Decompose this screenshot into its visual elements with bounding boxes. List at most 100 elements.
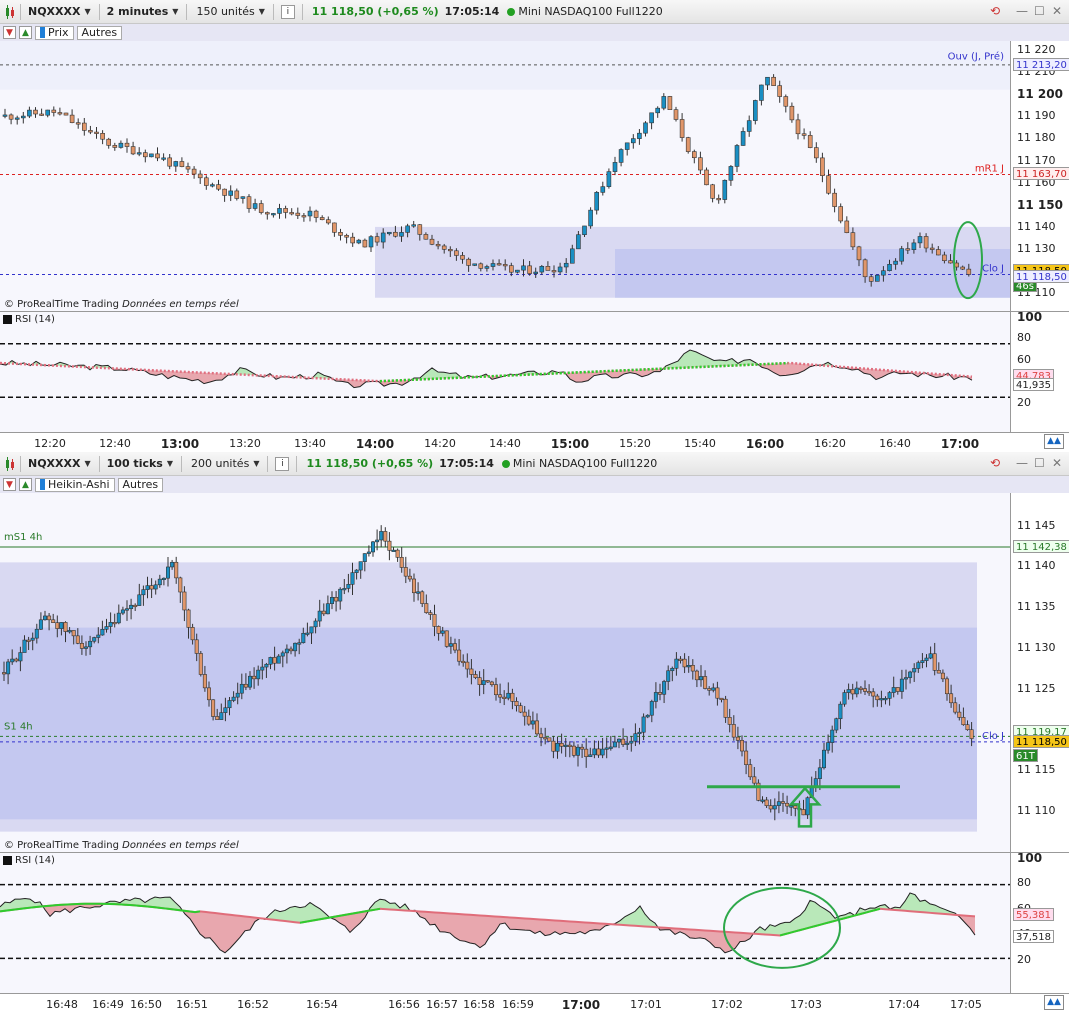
symbol-selector[interactable]: NQXXXX — [28, 457, 80, 470]
candle-icon[interactable] — [3, 455, 17, 473]
heikin-ashi-chart[interactable]: mS1 4hS1 4hClo J — [0, 493, 1010, 852]
maximize-icon[interactable]: ☐ — [1034, 456, 1045, 470]
candle-down — [437, 626, 440, 633]
candle-down — [143, 153, 147, 157]
candle-down — [363, 240, 367, 247]
candle-up — [339, 589, 342, 601]
clock-time: 17:05:14 — [439, 457, 494, 470]
clock-time: 17:05:14 — [445, 5, 500, 18]
price-chart[interactable]: Ouv (J, Pré)mR1 JClo J — [0, 41, 1010, 311]
candle-up — [634, 734, 637, 741]
mr1-price-tag: 11 163,70 — [1013, 167, 1069, 180]
time-tick-label: 15:00 — [551, 437, 589, 451]
maximize-icon[interactable]: ☐ — [1034, 4, 1045, 18]
minimize-icon[interactable]: — — [1016, 4, 1028, 18]
candle-up — [39, 620, 42, 629]
rsi-chart[interactable] — [0, 312, 1010, 432]
rsi-label: RSI (14) — [3, 855, 55, 866]
candle-down — [695, 671, 698, 680]
candle-up — [747, 121, 751, 132]
rsi-fill — [20, 899, 25, 909]
chevron-down-icon[interactable]: ▼ — [259, 7, 265, 16]
candle-up — [766, 77, 770, 85]
candle-down — [436, 244, 440, 246]
rsi-fill — [300, 907, 305, 923]
candle-up — [630, 741, 633, 743]
candle-up — [601, 187, 605, 193]
candle-down — [967, 269, 971, 274]
candle-icon[interactable] — [3, 3, 17, 21]
candle-down — [668, 96, 672, 109]
chevron-down-icon[interactable]: ▼ — [253, 459, 259, 468]
candle-down — [284, 208, 288, 212]
rsi-fill — [965, 916, 970, 928]
scroll-up-icon[interactable]: ▲▲ — [1044, 434, 1064, 449]
interval-selector[interactable]: 100 ticks — [107, 457, 163, 470]
candle-up — [19, 653, 22, 661]
candle-up — [912, 243, 916, 250]
candle-down — [906, 249, 910, 251]
rsi-fill — [510, 917, 515, 929]
candle-down — [679, 659, 682, 661]
candle-up — [875, 275, 879, 281]
rsi-value-tag: 41,935 — [1013, 378, 1054, 391]
chevron-down-icon[interactable]: ▼ — [84, 7, 90, 16]
rsi-label: RSI (14) — [3, 314, 55, 325]
rsi-chart[interactable] — [0, 853, 1010, 993]
chevron-down-icon[interactable]: ▼ — [167, 459, 173, 468]
chevron-down-icon[interactable]: ▼ — [172, 7, 178, 16]
tab-others[interactable]: Autres — [118, 478, 164, 492]
sync-icon[interactable]: ⟲ — [990, 456, 1000, 470]
candle-up — [310, 627, 313, 633]
sync-icon[interactable]: ⟲ — [990, 4, 1000, 18]
candle-down — [421, 592, 424, 604]
time-tick-label: 16:54 — [306, 998, 338, 1011]
symbol-selector[interactable]: NQXXXX — [28, 5, 80, 18]
candle-up — [522, 266, 526, 270]
rsi-fill — [245, 916, 250, 930]
rsi-fill — [426, 368, 432, 379]
info-icon[interactable]: i — [275, 457, 289, 471]
price-axis[interactable]: 11 14511 14011 13511 13011 12511 12011 1… — [1010, 493, 1069, 852]
tick-count-tag: 61T — [1013, 749, 1038, 762]
candle-down — [375, 237, 379, 242]
top-tabbar: ▼ ▲ Prix Autres — [0, 24, 1069, 41]
chevron-down-icon[interactable]: ▼ — [84, 459, 90, 468]
close-icon[interactable]: ✕ — [1052, 4, 1062, 18]
interval-selector[interactable]: 2 minutes — [107, 5, 169, 18]
rsi-axis[interactable]: 1008060402044,78341,935 — [1010, 312, 1069, 432]
rsi-fill — [380, 899, 385, 909]
candle-up — [644, 123, 648, 133]
arrow-down-icon[interactable]: ▼ — [3, 26, 16, 39]
candle-up — [806, 798, 809, 815]
minimize-icon[interactable]: — — [1016, 456, 1028, 470]
scroll-up-icon[interactable]: ▲▲ — [1044, 995, 1064, 1010]
tab-heikin-ashi[interactable]: Heikin-Ashi — [35, 478, 115, 492]
time-tick-label: 16:50 — [130, 998, 162, 1011]
rsi-axis[interactable]: 1008060402055,38137,518 — [1010, 853, 1069, 993]
rsi-fill — [690, 929, 695, 938]
rsi-fill — [780, 363, 786, 376]
units-selector[interactable]: 150 unités — [196, 5, 254, 18]
candle-down — [101, 133, 105, 139]
units-selector[interactable]: 200 unités — [191, 457, 249, 470]
candle-down — [125, 143, 129, 146]
info-icon[interactable]: i — [281, 5, 295, 19]
arrow-down-icon[interactable]: ▼ — [3, 478, 16, 491]
candle-down — [47, 616, 50, 620]
candle-down — [736, 737, 739, 740]
rsi-fill — [445, 913, 450, 933]
candle-down — [535, 721, 538, 734]
close-icon[interactable]: ✕ — [1052, 456, 1062, 470]
rsi-fill — [155, 897, 160, 908]
arrow-up-icon[interactable]: ▲ — [19, 26, 32, 39]
tab-price[interactable]: Prix — [35, 26, 74, 40]
time-tick-label: 16:59 — [502, 998, 534, 1011]
candle-down — [404, 567, 407, 576]
price-tick-label: 11 140 — [1017, 220, 1056, 233]
candle-down — [753, 777, 756, 783]
arrow-up-icon[interactable]: ▲ — [19, 478, 32, 491]
price-axis[interactable]: 11 22011 21011 20011 19011 18011 17011 1… — [1010, 41, 1069, 311]
candle-down — [424, 234, 428, 239]
tab-others[interactable]: Autres — [77, 26, 123, 40]
